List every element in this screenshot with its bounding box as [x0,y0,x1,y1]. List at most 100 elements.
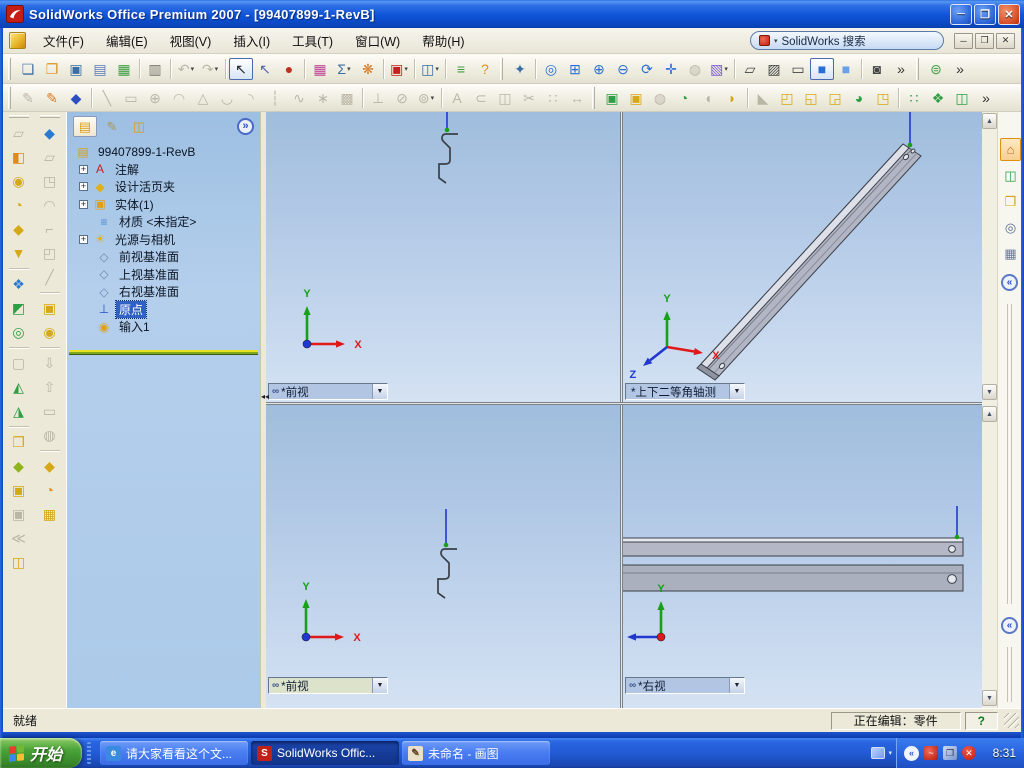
scroll-down-icon[interactable]: ▼ [982,690,997,706]
viewport-front-top[interactable]: YX ∞ *前视 ▼ [266,112,620,402]
task-pane-expand-icon[interactable]: « [1001,274,1018,291]
menu-view[interactable]: 视图(V) [159,27,223,54]
planar-surface-icon[interactable]: ◆ [6,217,32,241]
photoworks-icon[interactable]: ❋ [356,58,380,80]
knit-surface-icon[interactable]: ▼ [6,241,32,265]
pan-icon[interactable]: ✛ [659,58,683,80]
shaded-with-edges-icon[interactable]: ■ [810,57,834,80]
select-icon[interactable]: ↖ [229,57,253,80]
mdi-restore-button[interactable]: ❐ [975,32,994,49]
task-button-paint[interactable]: ✎ 未命名 - 画图 [402,741,551,765]
toolbar-grip[interactable] [8,115,29,118]
task-pane-drag-handle[interactable] [1007,647,1012,702]
tree-item-solid-bodies[interactable]: + ▣ 实体(1) [71,196,258,214]
expand-plus-icon[interactable]: + [79,164,88,174]
appearance-icon[interactable]: ❖ [6,272,32,296]
split-window-icon[interactable]: ◫ ▾ [418,58,442,80]
toolbar-grip[interactable] [8,57,11,80]
minimize-button[interactable]: ─ [950,3,972,25]
texture-icon[interactable]: Σ ▾ [332,58,356,80]
task-pane-expand-icon[interactable]: « [1001,617,1018,634]
view-dropdown-button[interactable]: ▼ [729,678,744,693]
zoom-selection-icon[interactable]: ⊖ [611,58,635,80]
dropdown-arrow-icon[interactable]: ▾ [191,65,195,73]
viewport-right[interactable]: YZ ∞ *右视 ▼ [623,405,982,708]
mdi-minimize-button[interactable]: ─ [954,32,973,49]
rebuild-icon[interactable]: ● [277,58,301,80]
swept-surface-icon[interactable]: ◔ [6,193,32,217]
rib-icon[interactable]: ◲ [823,87,847,109]
shell-icon[interactable]: ◰ [775,87,799,109]
3d-sketch-icon[interactable]: ✎ [40,87,64,109]
forming-tool-icon[interactable]: ▣ [37,296,63,320]
tray-windows-app-icon[interactable]: ❐ [943,746,957,760]
configurationmanager-tab[interactable]: ◫ [127,116,151,137]
tree-item-right-plane[interactable]: ◇ 右视基准面 [71,283,258,301]
featuremanager-tab[interactable]: ▤ [73,116,97,137]
zoom-in-out-icon[interactable]: ⊕ [587,58,611,80]
menu-file[interactable]: 文件(F) [32,27,95,54]
dropdown-arrow-icon[interactable]: ▾ [215,65,219,73]
print-icon[interactable]: ▥ [143,58,167,80]
solidworks-search-box[interactable]: ▾ SolidWorks 搜索 [750,31,944,50]
design-binder-folder-icon[interactable]: ❐ [6,430,32,454]
open-icon[interactable]: ❐ [40,58,64,80]
show-desktop-icon[interactable] [871,747,886,759]
replace-face-icon[interactable]: ◆ [6,454,32,478]
view-dropdown-button[interactable]: ▼ [729,384,744,399]
search-dropdown-icon[interactable]: ▾ [774,37,778,45]
draft-icon[interactable]: ◱ [799,87,823,109]
linear-pattern-icon[interactable]: ∷ [902,87,926,109]
menu-window[interactable]: 窗口(W) [344,27,411,54]
start-button[interactable]: 开始 [0,738,83,768]
mirror-feature-icon[interactable]: ◫ [950,87,974,109]
view-light-icon[interactable]: ✦ [508,58,532,80]
enote-icon[interactable]: ⊜ [924,58,948,80]
viewport-front-bottom[interactable]: YX ∞ *前视 ▼ [266,405,620,708]
viewport-scrollbar[interactable]: ▲ ▼ ▲ ▼ [982,112,998,708]
dropdown-arrow-icon[interactable]: ▾ [724,65,728,73]
vent-icon[interactable]: ▦ [37,502,63,526]
tree-item-design-binder[interactable]: + ◆ 设计活页夹 [71,178,258,196]
tray-security-shield-icon[interactable]: ✕ [962,746,976,760]
design-library-tab[interactable]: ◫ [1000,164,1021,187]
filled-surface-icon[interactable]: ◩ [6,296,32,320]
zoom-fit-icon[interactable]: ◎ [539,58,563,80]
view-orientation-icon[interactable]: ▧ ▾ [707,58,731,80]
dropdown-arrow-icon[interactable]: ▾ [435,65,439,73]
task-pane-drag-handle[interactable] [1007,304,1012,604]
taskbar-chevron-icon[interactable]: ▾ [888,749,892,757]
scroll-down-icon[interactable]: ▼ [982,384,997,400]
make-assembly-icon[interactable]: ▦ [112,58,136,80]
rollback-bar[interactable] [69,350,258,354]
menu-tools[interactable]: 工具(T) [281,27,344,54]
view-overflow-icon[interactable]: » [889,58,913,80]
restore-button[interactable]: ❐ [974,3,996,25]
fillet-icon[interactable]: ◗ [720,87,744,109]
tree-item-lights-cameras[interactable]: + ☀ 光源与相机 [71,231,258,249]
solidworks-addins-icon[interactable]: ▣ ▾ [387,58,411,80]
tree-root[interactable]: ▤ 99407899-1-RevB [71,143,258,161]
toolbar-grip[interactable] [500,57,503,80]
viewport-bottom-left-label[interactable]: ∞ *前视 ▼ [268,677,388,694]
edit-color-icon[interactable]: ▦ [308,58,332,80]
tree-item-imported1[interactable]: ◉ 输入1 [71,318,258,336]
rotate-view-icon[interactable]: ⟳ [635,58,659,80]
shaded-icon[interactable]: ■ [834,58,858,80]
panel-expand-icon[interactable]: » [237,118,254,135]
tray-app-red-icon[interactable]: ~ [924,746,938,760]
revolved-surface-icon[interactable]: ◉ [6,169,32,193]
tree-item-annotations[interactable]: + A 注解 [71,161,258,179]
solidworks-resources-tab[interactable]: ⌂ [1000,138,1021,161]
view-dropdown-button[interactable]: ▼ [372,384,387,399]
expand-plus-icon[interactable]: + [79,234,88,244]
extruded-surface-icon[interactable]: ◧ [6,145,32,169]
move-face-icon[interactable]: ▣ [6,478,32,502]
scroll-up-icon[interactable]: ▲ [982,406,997,422]
dropdown-arrow-icon[interactable]: ▾ [404,65,408,73]
hidden-lines-removed-icon[interactable]: ▭ [786,58,810,80]
viewport-top-left-label[interactable]: ∞ *前视 ▼ [268,383,388,400]
hide-tray-icons-button[interactable]: « [904,745,919,761]
menu-insert[interactable]: 插入(I) [222,27,281,54]
rip-icon[interactable]: ◆ [37,454,63,478]
